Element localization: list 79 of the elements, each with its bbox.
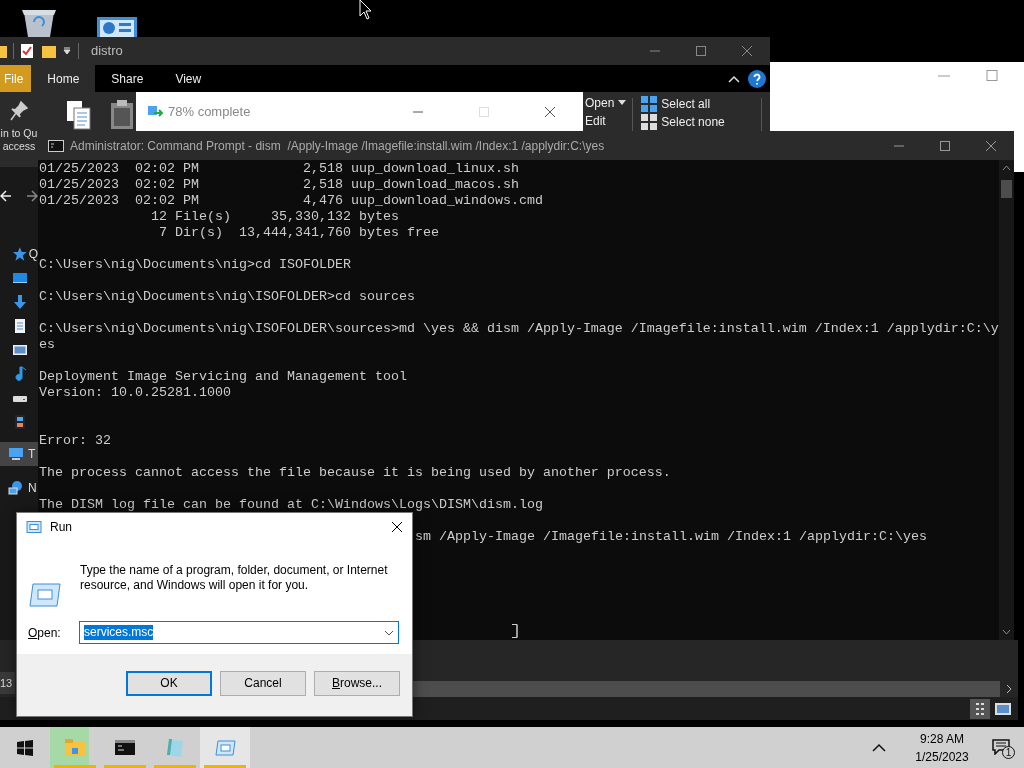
time: 9:28 AM <box>919 730 965 748</box>
command-prompt-icon <box>48 139 64 152</box>
console-line: sm /Apply-Image /Imagefile:install.wim /Index:1 /applydir:C:\yes <box>415 529 927 545</box>
document-icon <box>12 318 28 334</box>
select-none-button[interactable]: Select none <box>641 113 725 131</box>
show-hidden-icons-icon[interactable] <box>872 742 886 753</box>
nav-item[interactable]: Q <box>0 242 38 266</box>
dialog-description: Type the name of a program, folder, document, or Internet resource, and Windows will open it for you. <box>80 563 389 594</box>
notepad-icon <box>164 736 186 759</box>
horizontal-scrollbar[interactable] <box>413 681 1000 697</box>
desktop-icon <box>12 270 28 286</box>
dialog-title: 78% complete <box>168 103 251 122</box>
folder-icon[interactable] <box>42 44 56 58</box>
copy-progress-icon <box>148 106 164 118</box>
maximize-icon <box>695 45 707 57</box>
close-icon <box>741 45 753 57</box>
windows-logo-icon <box>17 739 33 756</box>
run-icon <box>26 521 42 533</box>
command-combobox[interactable]: services.msc <box>79 621 399 644</box>
maximize-icon <box>939 139 951 152</box>
paste-icon[interactable] <box>110 100 134 130</box>
select-all-icon <box>641 96 658 112</box>
caret-icon <box>618 100 627 106</box>
notification-count: 1 <box>1002 746 1015 759</box>
pin-icon[interactable] <box>9 100 29 122</box>
collapse-ribbon-icon[interactable] <box>728 74 740 83</box>
window-title: Administrator: Command Prompt - dism /Apply-Image /Imagefile:install.wim /Index:1 /applydir:C:\yes <box>70 137 605 155</box>
properties-icon[interactable] <box>20 43 34 59</box>
nav-item[interactable]: N <box>0 476 38 500</box>
vertical-scrollbar[interactable] <box>999 160 1014 640</box>
ribbon-tab[interactable]: View <box>159 65 218 92</box>
network-icon <box>8 480 24 496</box>
ribbon-tab[interactable]: Home <box>31 65 96 92</box>
recycle-bin-icon[interactable] <box>20 8 58 37</box>
cancel-button[interactable]: Cancel <box>220 670 306 696</box>
folder-icon <box>64 736 86 759</box>
large-icons-view-icon[interactable] <box>994 701 1012 716</box>
select-all-button[interactable]: Select all <box>641 95 725 113</box>
help-icon[interactable] <box>748 69 766 88</box>
dialog-title: Run <box>50 519 72 536</box>
scroll-right-icon[interactable] <box>1005 684 1013 694</box>
pin-label[interactable]: in to Qu access <box>0 127 38 153</box>
star-icon <box>12 246 28 262</box>
text-cursor-icon <box>512 624 518 638</box>
folder-icon[interactable] <box>0 44 7 58</box>
copy-icon[interactable] <box>66 100 92 130</box>
item-count: 13 <box>0 672 15 694</box>
clock[interactable]: 9:28 AM 1/25/2023 <box>906 729 978 766</box>
picture-icon <box>12 342 28 358</box>
edit-button[interactable]: Edit <box>585 112 606 130</box>
ribbon-tab[interactable]: Share <box>95 65 160 92</box>
close-icon <box>985 139 997 152</box>
nav-item[interactable]: T <box>0 442 38 466</box>
dropdown-icon <box>384 629 394 636</box>
music-note-icon <box>12 366 28 382</box>
select-none-icon <box>641 114 658 130</box>
control-panel-icon[interactable] <box>97 17 137 37</box>
ok-button[interactable]: OK <box>126 670 212 696</box>
close-icon <box>391 521 403 533</box>
close-icon <box>544 106 556 118</box>
date: 1/25/2023 <box>914 748 970 766</box>
window-title: distro <box>91 42 123 61</box>
computer-icon <box>8 446 24 462</box>
browse-button[interactable]: Browse... <box>314 670 400 696</box>
details-view-icon <box>975 701 985 716</box>
run-icon <box>29 583 61 607</box>
field-label: Open: <box>28 624 62 642</box>
scroll-thumb[interactable] <box>1001 180 1012 198</box>
dropdown-icon[interactable] <box>62 46 72 56</box>
mouse-pointer-icon <box>359 0 372 20</box>
action-center-button[interactable]: 1 <box>978 727 1024 768</box>
back-arrow-icon[interactable] <box>0 190 12 202</box>
download-icon <box>12 294 28 310</box>
open-button[interactable]: Open <box>585 94 627 112</box>
notification-icon <box>992 739 1010 755</box>
details-view-button[interactable] <box>970 698 990 719</box>
film-icon <box>12 414 28 430</box>
maximize-icon <box>478 106 490 118</box>
forward-arrow-icon[interactable] <box>26 190 38 202</box>
